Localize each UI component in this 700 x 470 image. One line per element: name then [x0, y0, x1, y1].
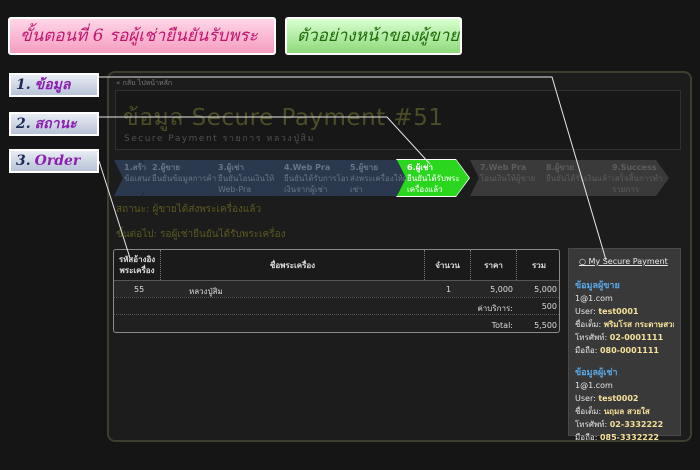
step-9: 9.Success เสร็จสิ้นการทำรายการ [602, 160, 669, 196]
label: User: [575, 307, 596, 316]
callout-number: 1. [16, 77, 31, 93]
seller-mobile: มือถือ: 080-0001111 [575, 344, 674, 357]
step-desc: ยืนยันได้รับพระเครื่องแล้ว [407, 174, 460, 194]
total-row: Total: 5,500 [114, 314, 559, 331]
value: 085-3332222 [599, 433, 659, 442]
value: test0001 [598, 307, 639, 316]
label: ชื่อเต็ม: [575, 320, 602, 329]
step-8: 8.ผู้ขาย ยืนยันได้รับเงินแล้ว [536, 160, 616, 196]
step-title-banner: ขั้นตอนที่ 6 รอผู้เช่ายืนยันรับพระ [8, 17, 276, 55]
value: พริมโรส กระดาษสวย [603, 320, 674, 329]
progress-steps: 1.สร้าง ข้อเสนอ 2.ผู้ขาย ยืนยันข้อมูลการค้… [114, 160, 669, 196]
step-2: 2.ผู้ขาย ยืนยันข้อมูลการค้า [142, 160, 222, 196]
value: test0002 [598, 394, 639, 403]
step-4: 4.Web Pra ยืนยันได้รับการโอนเงินจากผู้เช่… [274, 160, 354, 196]
seller-email: 1@1.com [575, 294, 613, 303]
buyer-mobile: มือถือ: 085-3332222 [575, 431, 674, 444]
col-header-code: รหัสอ้างอิงพระเครื่อง [114, 250, 161, 280]
step-desc: เสร็จสิ้นการทำรายการ [612, 174, 663, 194]
cell-total: 5,000 [534, 285, 557, 294]
callout-text: ข้อมูล [34, 77, 71, 93]
status-next: ขั้นต่อไป: รอผู้เช่ายืนยันได้รับพระเครื่… [116, 229, 286, 240]
total-value: 5,500 [534, 321, 557, 330]
cell-qty: 1 [446, 285, 452, 294]
step-label: 9.Success [612, 163, 657, 172]
step-label: 6.ผู้เช่า [407, 163, 433, 172]
col-header-qty: จำนวน [425, 250, 471, 280]
label: มือถือ: [575, 433, 598, 442]
my-secure-payment-link[interactable]: My Secure Payment [579, 257, 674, 266]
label: มือถือ: [575, 346, 598, 355]
callout-text: สถานะ [34, 116, 77, 132]
col-header-price: ราคา [471, 250, 517, 280]
buyer-user: User: test0002 [575, 392, 674, 405]
step-7: 7.Web Pra โอนเงินให้ผู้ขาย [470, 160, 550, 196]
table-row: 55 หลวงปู่สิม 1 5,000 5,000 [114, 280, 559, 297]
col-header-name: ชื่อพระเครื่อง [161, 250, 425, 280]
buyer-name: ชื่อเต็ม: นฤมล สวยใส [575, 405, 674, 418]
total-label: Total: [491, 321, 513, 330]
order-table: รหัสอ้างอิงพระเครื่อง ชื่อพระเครื่อง จำน… [113, 249, 560, 333]
info-sidebar: My Secure Payment ข้อมูลผู้ขาย 1@1.com U… [568, 248, 681, 442]
value: 02-0001111 [609, 333, 664, 342]
step-5: 5.ผู้ขาย ส่งพระเครื่องให้ผู้เช่า [340, 160, 410, 196]
fee-value: 500 [541, 302, 557, 311]
value: 080-0001111 [599, 346, 659, 355]
callout-order: 3. Order [9, 149, 99, 173]
fee-row: ค่าบริการ: 500 [114, 297, 559, 314]
buyer-heading: ข้อมูลผู้เช่า [575, 368, 618, 378]
status-current: สถานะ: ผู้ขายได้ส่งพระเครื่องแล้ว [116, 204, 262, 215]
col-header-total: รวม [517, 250, 559, 280]
buyer-phone: โทรศัพท์: 02-3332222 [575, 418, 674, 431]
step-3: 3.ผู้เช่า ยืนยันโอนเงินให้ Web-Pra [208, 160, 288, 196]
step-desc: โอนเงินให้ผู้ขาย [480, 174, 536, 183]
callout-status: 2. สถานะ [9, 112, 99, 136]
seller-heading: ข้อมูลผู้ขาย [575, 281, 620, 291]
callout-text: Order [34, 153, 81, 169]
buyer-email: 1@1.com [575, 381, 613, 390]
example-banner: ตัวอย่างหน้าของผู้ขาย [285, 17, 462, 55]
label: โทรศัพท์: [575, 333, 608, 342]
seller-name: ชื่อเต็ม: พริมโรส กระดาษสวย [575, 318, 674, 331]
step-desc: ยืนยันข้อมูลการค้า [152, 174, 217, 183]
back-link[interactable]: « กลับ ไปหน้าหลัก [116, 78, 172, 89]
callout-number: 2. [16, 116, 31, 132]
step-desc: ยืนยันได้รับเงินแล้ว [546, 174, 612, 183]
cell-price: 5,000 [490, 285, 513, 294]
label: ชื่อเต็ม: [575, 407, 602, 416]
value: นฤมล สวยใส [603, 407, 650, 416]
seller-phone: โทรศัพท์: 02-0001111 [575, 331, 674, 344]
step-6: 6.ผู้เช่ายืนยันได้รับพระเครื่องแล้ว [397, 160, 469, 196]
page-subtitle: Secure Payment รายการ หลวงปู่สิม [124, 134, 315, 144]
callout-info: 1. ข้อมูล [9, 73, 99, 97]
label: User: [575, 394, 596, 403]
callout-number: 3. [16, 153, 31, 169]
value: 02-3332222 [609, 420, 664, 429]
label: โทรศัพท์: [575, 420, 608, 429]
cell-code: 55 [134, 285, 145, 294]
seller-user: User: test0001 [575, 305, 674, 318]
